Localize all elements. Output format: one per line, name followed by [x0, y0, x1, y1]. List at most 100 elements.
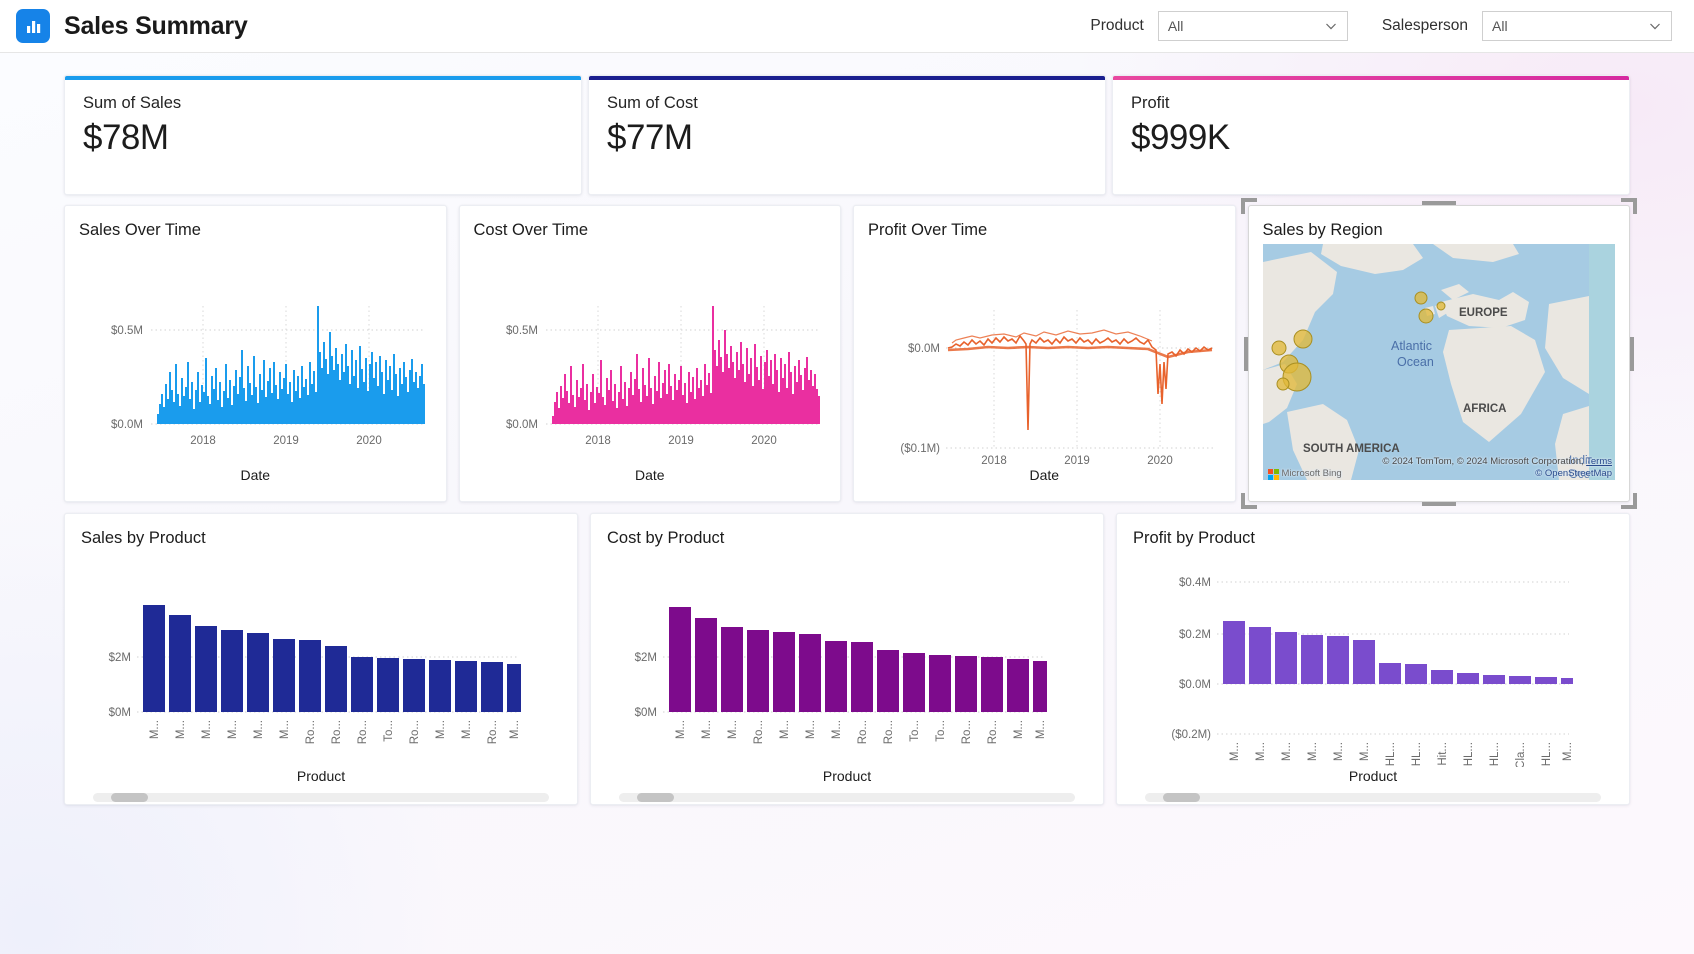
bar — [1405, 664, 1427, 684]
horizontal-scrollbar[interactable] — [93, 793, 549, 802]
x-tick-label: M... — [1307, 742, 1319, 761]
x-tick-label: Ro... — [961, 720, 973, 744]
microsoft-bing-logo: Microsoft Bing — [1263, 468, 1342, 480]
chart-title: Profit by Product — [1133, 529, 1255, 547]
map-bubble — [1293, 329, 1312, 349]
bar — [377, 658, 399, 712]
x-tick-label: Ro... — [305, 720, 317, 744]
bar — [1483, 675, 1505, 684]
x-tick-label: M... — [1359, 742, 1371, 761]
horizontal-scrollbar[interactable] — [619, 793, 1075, 802]
kpi-card-sum-of-sales[interactable]: Sum of Sales $78M — [64, 75, 582, 195]
horizontal-scrollbar[interactable] — [1145, 793, 1601, 802]
x-tick-label: M... — [1229, 742, 1241, 761]
chart-card-profit-over-time[interactable]: Profit Over Time $0.0M ($0.1M) 2018 2019… — [853, 205, 1236, 502]
bar — [507, 664, 521, 712]
bar — [1033, 661, 1047, 712]
x-tick-label: M... — [509, 720, 521, 739]
product-select[interactable]: All — [1157, 11, 1348, 41]
x-tick-label: HL... — [1385, 742, 1397, 766]
x-tick-label: M... — [201, 720, 213, 739]
scrollbar-thumb[interactable] — [637, 793, 674, 802]
x-tick-label: Ro... — [753, 720, 765, 744]
y-tick-label: $0.0M — [908, 343, 940, 355]
chart-title: Cost by Product — [607, 529, 725, 547]
bar — [825, 641, 847, 712]
chart-card-sales-over-time[interactable]: Sales Over Time $0.5M $0.0M 2018 2019 20… — [64, 205, 447, 502]
bar — [1223, 621, 1245, 684]
x-tick-label: M... — [175, 720, 187, 739]
salesperson-select[interactable]: All — [1482, 11, 1672, 41]
bar — [221, 630, 243, 712]
kpi-value: $78M — [83, 118, 169, 157]
kpi-accent-bar — [1113, 76, 1629, 80]
chart-title: Profit Over Time — [868, 221, 988, 239]
scrollbar-thumb[interactable] — [111, 793, 148, 802]
x-tick-label: To... — [383, 720, 395, 742]
map-card-sales-by-region[interactable]: Sales by Region Atlantic Ocean EUROPE AF… — [1240, 198, 1637, 509]
chevron-down-icon — [1650, 23, 1660, 30]
x-tick-label: To... — [909, 720, 921, 742]
kpi-title: Sum of Sales — [83, 94, 182, 112]
bar — [669, 607, 691, 712]
bar — [195, 626, 217, 712]
bar — [1379, 663, 1401, 684]
x-tick-label: M... — [1333, 742, 1345, 761]
map-ocean-label-line1: Atlantic — [1391, 339, 1432, 353]
y-tick-label: $0M — [109, 707, 131, 719]
microsoft-logo-icon — [1267, 468, 1279, 480]
resize-handle-left[interactable] — [1243, 336, 1248, 371]
resize-handle-top[interactable] — [1421, 201, 1456, 205]
resize-handle-bottom[interactable] — [1421, 502, 1456, 506]
bar — [403, 659, 425, 712]
resize-handle-right[interactable] — [1630, 336, 1634, 371]
salesperson-select-value: All — [1492, 18, 1508, 34]
chart-title: Sales Over Time — [79, 221, 201, 239]
y-tick-label: $0M — [635, 707, 657, 719]
map-continent-south-america: SOUTH AMERICA — [1303, 443, 1400, 455]
x-tick-label: HL... — [1541, 742, 1553, 766]
bar — [1249, 627, 1271, 684]
map-openstreetmap-link[interactable]: © OpenStreetMap — [1535, 468, 1612, 480]
cost-by-product-plot: $2M $0M M... M... M... Ro... M... M... M… — [607, 552, 1087, 767]
x-tick-label: M... — [1013, 720, 1025, 739]
product-select-value: All — [1167, 18, 1184, 34]
resize-handle-top-right[interactable] — [1621, 198, 1637, 214]
chart-card-cost-over-time[interactable]: Cost Over Time $0.5M $0.0M 2018 2019 202… — [458, 205, 841, 502]
cost-over-time-plot: $0.5M $0.0M 2018 2019 2020 — [474, 244, 827, 466]
bar — [695, 618, 717, 712]
resize-handle-bottom-left[interactable] — [1240, 493, 1257, 509]
brand: Sales Summary — [16, 9, 248, 43]
x-tick-label: Ro... — [987, 720, 999, 744]
x-tick-label: Ro... — [331, 720, 343, 744]
bar — [351, 657, 373, 712]
chart-card-sales-by-product[interactable]: Sales by Product $2M $0M M... M... M... … — [64, 513, 578, 805]
bar — [1431, 670, 1453, 684]
sales-over-time-plot: $0.5M $0.0M 2018 2019 2020 — [79, 244, 432, 466]
x-tick-label: 2018 — [981, 455, 1007, 466]
bar — [929, 655, 951, 712]
bar — [299, 640, 321, 712]
bar — [877, 650, 899, 712]
resize-handle-bottom-right[interactable] — [1621, 493, 1637, 509]
scrollbar-thumb[interactable] — [1163, 793, 1200, 802]
timeseries-row: Sales Over Time $0.5M $0.0M 2018 2019 20… — [64, 198, 1637, 509]
x-tick-label: M... — [1255, 742, 1267, 761]
chart-card-profit-by-product[interactable]: Profit by Product $0.4M $0.2M $0.0M ($0.… — [1116, 513, 1630, 805]
x-tick-label: Ro... — [883, 720, 895, 744]
kpi-card-profit[interactable]: Profit $999K — [1112, 75, 1630, 195]
bar — [747, 630, 769, 712]
chart-card-cost-by-product[interactable]: Cost by Product $2M $0M M... M... M... R… — [590, 513, 1104, 805]
y-tick-label: $2M — [635, 652, 657, 664]
region-map[interactable]: Atlantic Ocean EUROPE AFRICA SOUTH AMERI… — [1262, 244, 1615, 480]
x-tick-label: M... — [805, 720, 817, 739]
resize-handle-top-left[interactable] — [1240, 198, 1257, 214]
x-tick-label: M... — [779, 720, 791, 739]
map-ocean-label-line2: Ocean — [1397, 355, 1434, 369]
chart-title: Sales by Product — [81, 529, 206, 547]
kpi-row: Sum of Sales $78M Sum of Cost $77M Profi… — [64, 75, 1630, 195]
bar — [1535, 677, 1557, 684]
y-tick-label: $2M — [109, 652, 131, 664]
map-terms-link[interactable]: Terms — [1586, 456, 1612, 467]
kpi-card-sum-of-cost[interactable]: Sum of Cost $77M — [588, 75, 1106, 195]
